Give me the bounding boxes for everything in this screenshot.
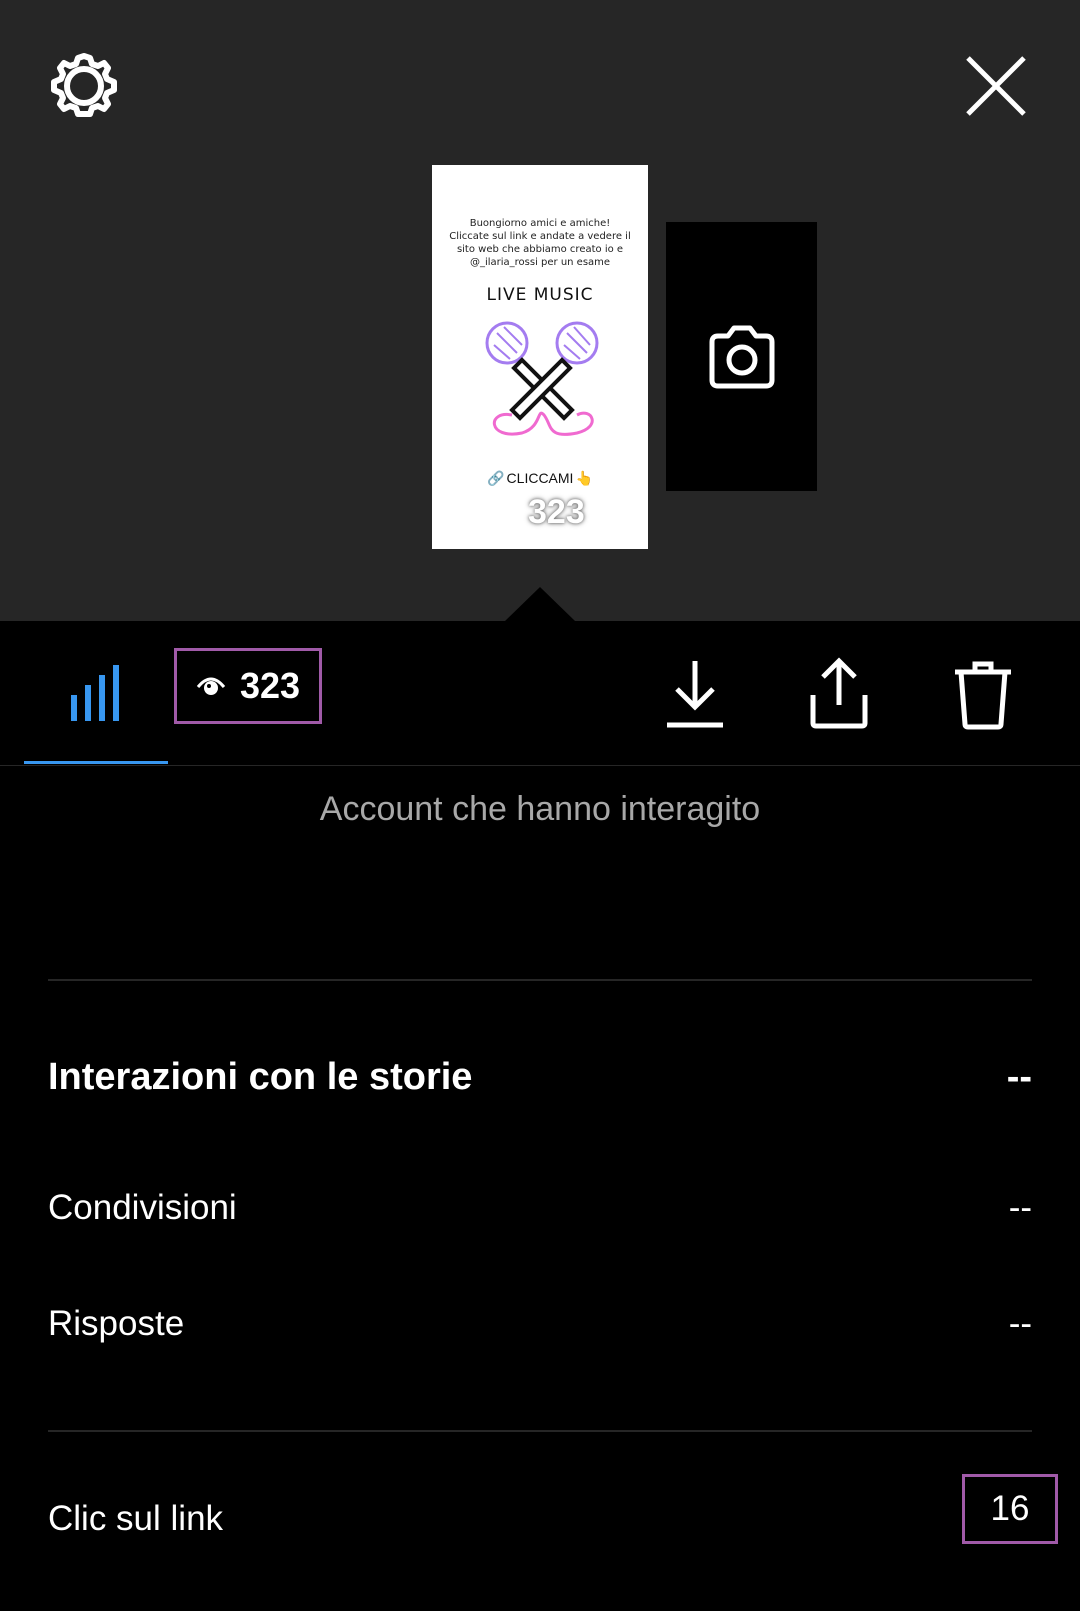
add-story-card[interactable] xyxy=(666,222,817,491)
share-icon xyxy=(810,657,868,729)
story-caption: Buongiorno amici e amiche! Cliccate sul … xyxy=(449,218,631,268)
replies-value: -- xyxy=(1008,1304,1032,1343)
story-toolbar: 323 xyxy=(0,621,1080,766)
link-sticker[interactable]: 🔗 CLICCAMI 👆 xyxy=(432,470,648,487)
active-tab-indicator xyxy=(24,761,168,764)
microphones-illustration xyxy=(485,321,599,436)
shares-label: Condivisioni xyxy=(48,1188,237,1227)
story-view-count: 323 xyxy=(528,493,585,531)
link-clicks-label: Clic sul link xyxy=(48,1499,224,1538)
story-thumbnail[interactable]: Buongiorno amici e amiche! Cliccate sul … xyxy=(432,165,648,549)
interacting-accounts-label: Account che hanno interagito xyxy=(319,790,761,828)
close-button[interactable] xyxy=(960,50,1032,122)
tab-insights[interactable] xyxy=(24,621,168,764)
interactions-section-title: Interazioni con le storie xyxy=(48,1056,473,1098)
gear-icon xyxy=(51,53,117,117)
section-divider xyxy=(48,979,1032,981)
section-divider xyxy=(48,1430,1032,1432)
toolbar-divider xyxy=(0,765,1080,766)
close-icon xyxy=(966,56,1026,116)
share-button[interactable] xyxy=(806,655,872,731)
eye-icon xyxy=(196,677,226,695)
delete-button[interactable] xyxy=(950,658,1016,732)
settings-button[interactable] xyxy=(48,50,120,122)
bar-chart-icon xyxy=(71,664,119,721)
pointing-hand-icon: 👆 xyxy=(575,470,593,486)
link-clicks-value: 16 xyxy=(962,1474,1058,1544)
replies-label: Risposte xyxy=(48,1304,185,1343)
link-sticker-label: CLICCAMI xyxy=(506,470,574,486)
tab-viewers[interactable]: 323 xyxy=(174,648,322,724)
story-headline: LIVE MUSIC xyxy=(486,285,594,305)
download-icon xyxy=(667,661,723,728)
shares-value: -- xyxy=(1008,1188,1032,1227)
download-button[interactable] xyxy=(662,658,728,730)
camera-icon xyxy=(709,325,774,388)
interactions-section-value: -- xyxy=(1006,1056,1032,1098)
link-icon: 🔗 xyxy=(487,470,505,486)
trash-icon xyxy=(955,661,1011,730)
selected-story-pointer xyxy=(505,587,575,621)
viewers-count: 323 xyxy=(239,665,301,706)
